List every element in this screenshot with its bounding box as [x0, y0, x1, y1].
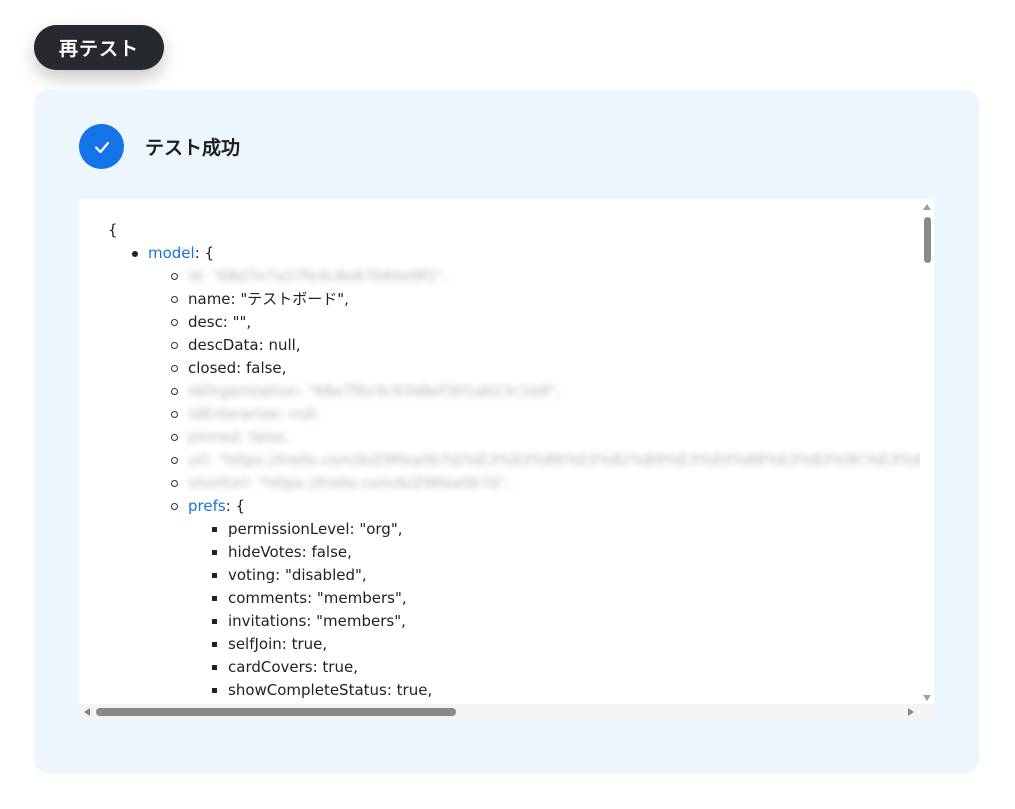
prefs-field-text: voting: "disabled", — [228, 566, 367, 584]
model-field-text: closed: false, — [188, 359, 287, 377]
model-field-text: desc: "", — [188, 313, 252, 331]
prefs-field-line: invitations: "members", — [108, 610, 918, 633]
redacted-field-text: shortUrl: "https://trello.com/b/Z9Rka0b7… — [188, 474, 511, 492]
model-field-text: name: "テストボード", — [188, 290, 349, 308]
prefs-field-text: showCompleteStatus: true, — [228, 681, 433, 699]
vertical-scrollbar[interactable] — [920, 199, 934, 704]
model-field-line: pinned: false, — [108, 426, 918, 449]
prefs-field-line: showCompleteStatus: true, — [108, 679, 918, 702]
redacted-field-text: url: "https://trello.com/b/Z9Rka0b7d/%E3… — [188, 451, 934, 469]
json-prefs-line: prefs: { — [108, 495, 918, 518]
redacted-field-text: idEnterprise: null, — [188, 405, 321, 423]
model-field-line: closed: false, — [108, 357, 918, 380]
model-suffix: : { — [194, 244, 215, 262]
model-lines: id: "68d7e7a37fe4c8e67b60e9f2", name: "テス… — [108, 265, 934, 495]
prefs-field-line: cardCovers: true, — [108, 656, 918, 679]
redacted-field-text: id: "68d7e7a37fe4c8e67b60e9f2", — [188, 267, 448, 285]
redacted-field-text: idOrganization: "68a7f6c0c93d8ef301ab23c… — [188, 382, 561, 400]
model-field-line: shortUrl: "https://trello.com/b/Z9Rka0b7… — [108, 472, 918, 495]
prefs-field-text: selfJoin: true, — [228, 635, 328, 653]
vertical-scroll-thumb[interactable] — [924, 217, 931, 263]
prefs-field-line: comments: "members", — [108, 587, 918, 610]
prefs-field-text: hideVotes: false, — [228, 543, 352, 561]
json-open-brace: { — [108, 221, 118, 239]
status-text: テスト成功 — [145, 137, 241, 159]
scroll-down-arrow-icon[interactable] — [923, 695, 931, 701]
model-field-line: desc: "", — [108, 311, 918, 334]
status-row: テスト成功 — [79, 124, 240, 169]
model-field-line: id: "68d7e7a37fe4c8e67b60e9f2", — [108, 265, 918, 288]
redacted-field-text: pinned: false, — [188, 428, 290, 446]
prefs-field-text: comments: "members", — [228, 589, 407, 607]
model-field-text: descData: null, — [188, 336, 301, 354]
model-field-line: descData: null, — [108, 334, 918, 357]
prefs-key-link[interactable]: prefs — [188, 497, 226, 515]
result-panel: テスト成功 { model: { id: "68d7e7a37fe4c8e67b… — [34, 90, 979, 773]
json-content: { model: { id: "68d7e7a37fe4c8e67b60e9f2… — [108, 219, 934, 702]
checkmark-icon — [79, 124, 124, 169]
retest-button[interactable]: 再テスト — [34, 25, 164, 70]
scroll-right-arrow-icon[interactable] — [908, 708, 914, 716]
model-field-line: name: "テストボード", — [108, 288, 918, 311]
model-field-line: idOrganization: "68a7f6c0c93d8ef301ab23c… — [108, 380, 918, 403]
scroll-up-arrow-icon[interactable] — [923, 204, 931, 210]
prefs-field-text: permissionLevel: "org", — [228, 520, 403, 538]
model-key-link[interactable]: model — [148, 244, 195, 262]
json-model-line: model: { — [108, 242, 918, 265]
prefs-field-line: hideVotes: false, — [108, 541, 918, 564]
prefs-field-line: voting: "disabled", — [108, 564, 918, 587]
model-field-line: idEnterprise: null, — [108, 403, 918, 426]
prefs-field-line: permissionLevel: "org", — [108, 518, 918, 541]
prefs-lines: permissionLevel: "org", hideVotes: false,… — [108, 518, 918, 702]
horizontal-scroll-thumb[interactable] — [96, 708, 456, 716]
prefs-field-text: cardCovers: true, — [228, 658, 358, 676]
retest-button-label: 再テスト — [58, 38, 139, 60]
horizontal-scrollbar[interactable] — [79, 704, 934, 719]
json-output-box[interactable]: { model: { id: "68d7e7a37fe4c8e67b60e9f2… — [79, 199, 934, 719]
prefs-suffix: : { — [225, 497, 246, 515]
prefs-field-line: selfJoin: true, — [108, 633, 918, 656]
model-field-line: url: "https://trello.com/b/Z9Rka0b7d/%E3… — [108, 449, 934, 472]
scroll-left-arrow-icon[interactable] — [84, 708, 90, 716]
prefs-field-text: invitations: "members", — [228, 612, 406, 630]
